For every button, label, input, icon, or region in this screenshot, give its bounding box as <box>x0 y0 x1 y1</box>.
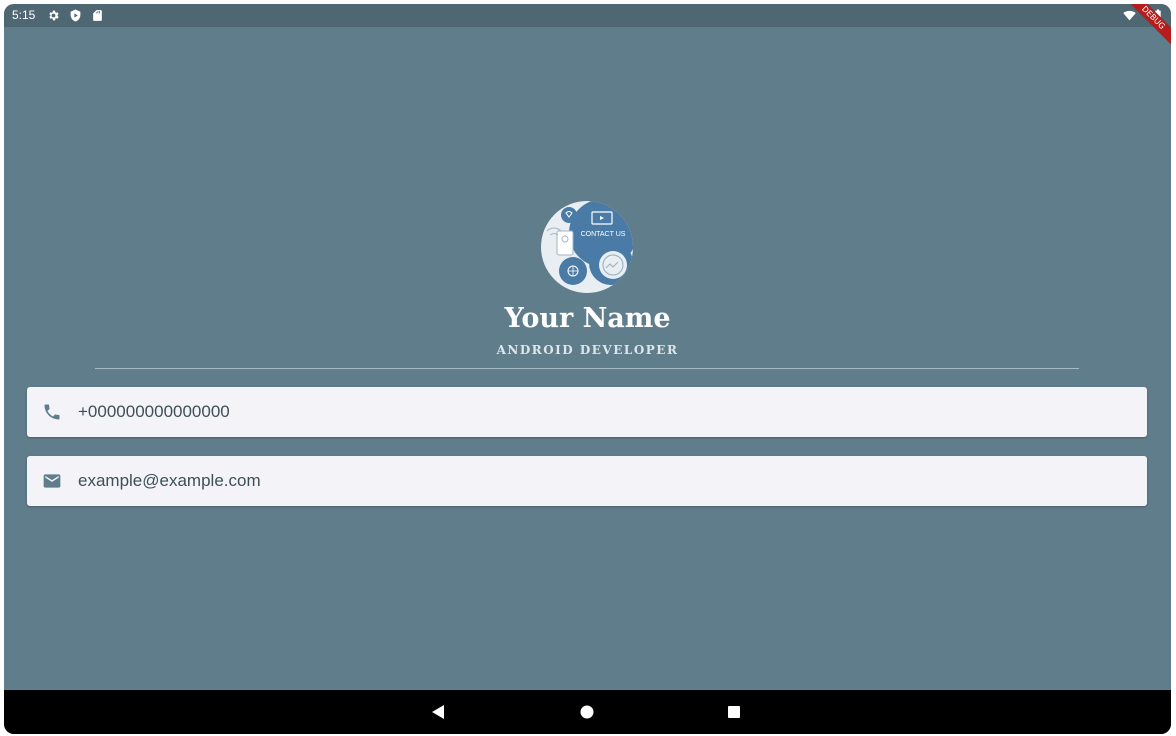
profile-name: Your Name <box>504 303 671 334</box>
recents-icon[interactable] <box>725 703 743 721</box>
mail-icon <box>43 474 61 488</box>
avatar-caption: CONTACT US <box>580 231 626 238</box>
email-card[interactable]: example@example.com <box>27 456 1147 506</box>
device-screen: 5:15 DEBUG CONTACT US Your Name ANDROID … <box>4 4 1171 734</box>
status-time: 5:15 <box>12 8 36 22</box>
home-icon[interactable] <box>578 703 596 721</box>
phone-card[interactable]: +000000000000000 <box>27 387 1147 437</box>
contact-us-illustration <box>541 201 633 293</box>
profile-avatar: CONTACT US <box>541 201 633 293</box>
back-icon[interactable] <box>429 703 447 721</box>
main-content: CONTACT US Your Name ANDROID DEVELOPER +… <box>4 27 1171 690</box>
navigation-bar <box>4 690 1171 734</box>
email-address: example@example.com <box>78 471 261 490</box>
profile-title: ANDROID DEVELOPER <box>496 343 679 357</box>
status-bar: 5:15 <box>4 4 1171 27</box>
shield-icon <box>70 9 81 22</box>
wifi-icon <box>1123 10 1136 21</box>
phone-number: +000000000000000 <box>78 402 230 421</box>
sd-card-icon <box>93 10 102 21</box>
divider <box>95 368 1079 369</box>
phone-icon <box>44 404 60 420</box>
settings-icon <box>49 10 59 21</box>
